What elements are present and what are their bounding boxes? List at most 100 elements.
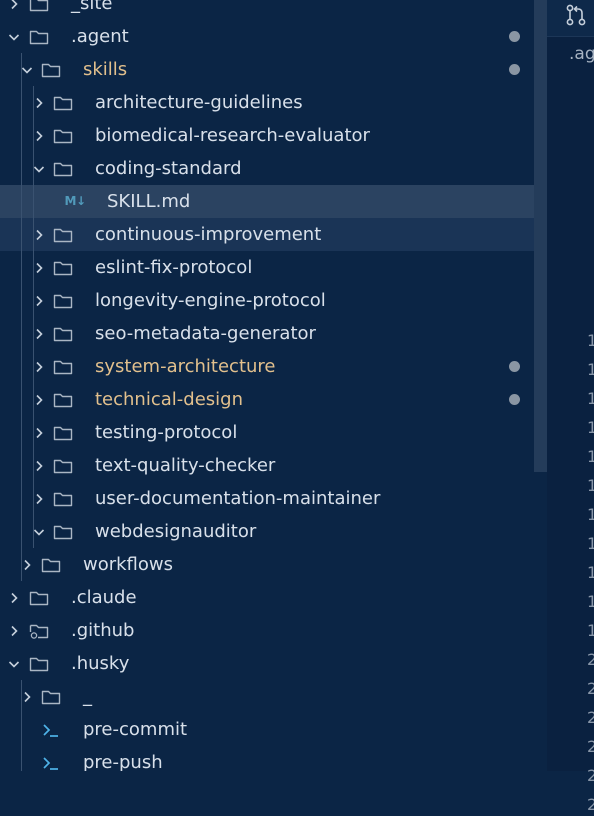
modified-dot (509, 361, 520, 372)
line-number: 2 (587, 737, 594, 756)
tree-item-label: testing-protocol (95, 422, 238, 443)
tree-item-label: .husky (71, 653, 130, 674)
line-number: 1 (587, 389, 594, 408)
tree-folder[interactable]: seo-metadata-generator (0, 317, 547, 350)
terminal-icon (40, 746, 62, 771)
chevron-down-icon[interactable] (6, 20, 22, 53)
folder-icon (40, 53, 62, 86)
chevron-right-icon[interactable] (6, 0, 22, 20)
folder-icon (52, 86, 74, 119)
tree-item-label: coding-standard (95, 158, 242, 179)
tree-item-label: _ (83, 686, 92, 707)
tree-item-label: pre-commit (83, 719, 188, 740)
tree-folder[interactable]: .claude (0, 581, 547, 614)
folder-icon (52, 515, 74, 548)
tree-file[interactable]: pre-commit (0, 713, 547, 746)
folder-icon (52, 218, 74, 251)
github-folder-icon (28, 614, 50, 647)
line-number: 2 (587, 766, 594, 785)
tree-file[interactable]: M↓ SKILL.md (0, 185, 547, 218)
folder-icon (52, 383, 74, 416)
line-number: 1 (587, 563, 594, 582)
tree-folder[interactable]: webdesignauditor (0, 515, 547, 548)
tree-file[interactable]: pre-push (0, 746, 547, 771)
tree-folder[interactable]: technical-design (0, 383, 547, 416)
line-number: 1 (587, 331, 594, 350)
folder-icon (52, 284, 74, 317)
tree-folder[interactable]: coding-standard (0, 152, 547, 185)
indent-guide (21, 53, 22, 581)
line-number: 1 (587, 447, 594, 466)
folder-icon (28, 647, 50, 680)
folder-icon (40, 548, 62, 581)
tree-folder[interactable]: workflows (0, 548, 547, 581)
line-number: 1 (587, 592, 594, 611)
tree-item-label: .claude (71, 587, 137, 608)
folder-icon (52, 350, 74, 383)
chevron-right-icon[interactable] (6, 614, 22, 647)
tree-item-label: workflows (83, 554, 174, 575)
modified-dot (509, 394, 520, 405)
tree-folder[interactable]: user-documentation-maintainer (0, 482, 547, 515)
tree-item-label: text-quality-checker (95, 455, 276, 476)
line-number: 2 (587, 650, 594, 669)
folder-icon (52, 251, 74, 284)
folder-icon (28, 20, 50, 53)
line-number: 2 (587, 795, 594, 814)
tree-item-label: continuous-improvement (95, 224, 322, 245)
tree-folder[interactable]: system-architecture (0, 350, 547, 383)
tree-folder[interactable]: continuous-improvement (0, 218, 547, 251)
tree-folder[interactable]: skills (0, 53, 547, 86)
indent-guide (21, 680, 22, 771)
line-number: 1 (587, 621, 594, 640)
folder-icon (28, 0, 50, 20)
tree-item-label: webdesignauditor (95, 521, 257, 542)
tree-item-label: pre-push (83, 752, 163, 771)
tree-folder[interactable]: architecture-guidelines (0, 86, 547, 119)
tree-folder[interactable]: _ (0, 680, 547, 713)
tree-item-label: _site (71, 0, 113, 14)
line-number: 1 (587, 534, 594, 553)
line-number: 1 (587, 476, 594, 495)
file-explorer: _site .agent skills architecture-guidelines… (0, 0, 547, 771)
tree-folder[interactable]: testing-protocol (0, 416, 547, 449)
line-number: 2 (587, 679, 594, 698)
chevron-right-icon[interactable] (6, 581, 22, 614)
tree-folder[interactable]: longevity-engine-protocol (0, 284, 547, 317)
folder-icon (52, 119, 74, 152)
folder-icon (40, 680, 62, 713)
terminal-icon (40, 713, 62, 746)
file-tree: _site .agent skills architecture-guidelines… (0, 0, 547, 771)
tree-item-label: eslint-fix-protocol (95, 257, 253, 278)
tree-item-label: user-documentation-maintainer (95, 488, 381, 509)
tree-folder[interactable]: .husky (0, 647, 547, 680)
source-control-icon[interactable] (565, 3, 587, 27)
folder-icon (28, 581, 50, 614)
tree-folder[interactable]: eslint-fix-protocol (0, 251, 547, 284)
tree-item-label: .agent (71, 26, 129, 47)
chevron-down-icon[interactable] (6, 647, 22, 680)
tree-folder[interactable]: .agent (0, 20, 547, 53)
tree-item-label: .github (71, 620, 135, 641)
tree-item-label: system-architecture (95, 356, 276, 377)
folder-icon (52, 152, 74, 185)
tree-folder[interactable]: _site (0, 0, 547, 20)
editor-tab-label[interactable]: .ag (569, 44, 594, 64)
line-number: 1 (587, 360, 594, 379)
modified-dot (509, 64, 520, 75)
tree-folder[interactable]: .github (0, 614, 547, 647)
modified-dot (509, 31, 520, 42)
line-number: 1 (587, 418, 594, 437)
tree-item-label: seo-metadata-generator (95, 323, 316, 344)
folder-icon (52, 482, 74, 515)
indent-guide (33, 86, 34, 548)
folder-icon (52, 449, 74, 482)
tree-folder[interactable]: biomedical-research-evaluator (0, 119, 547, 152)
line-number: 2 (587, 708, 594, 727)
tree-folder[interactable]: text-quality-checker (0, 449, 547, 482)
tree-item-label: architecture-guidelines (95, 92, 303, 113)
explorer-scrollbar[interactable] (534, 0, 547, 472)
tree-item-label: longevity-engine-protocol (95, 290, 326, 311)
line-number: 1 (587, 505, 594, 524)
markdown-icon: M↓ (64, 194, 87, 208)
